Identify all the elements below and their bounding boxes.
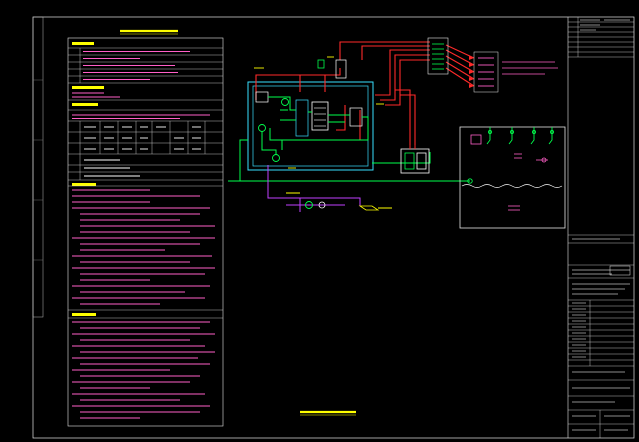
pool-tank <box>459 126 566 229</box>
control-panel-display <box>404 152 415 170</box>
circulation-pump-2-icon <box>281 98 289 106</box>
title-block-text <box>572 19 630 431</box>
inlet-valve <box>317 59 325 69</box>
cad-drawing-sheet <box>32 16 635 439</box>
tank-supply-line <box>228 139 470 182</box>
design-notes-panel <box>67 29 224 427</box>
system-schematic <box>228 37 566 416</box>
notes-text-block-1 <box>72 50 210 120</box>
component-labels <box>254 56 384 169</box>
pool-water-surface <box>461 184 563 188</box>
drain-outlet-symbol <box>358 205 380 211</box>
signal-notes <box>502 61 558 75</box>
control-panel-switch <box>416 152 427 170</box>
notes-text-block-3 <box>72 321 215 419</box>
drain-pump-icon <box>272 154 280 162</box>
expansion-tank <box>255 91 269 103</box>
designer-logo <box>609 265 631 276</box>
circulation-pump-1-icon <box>258 124 266 132</box>
binding-margin <box>32 16 44 318</box>
pool-level-sensor-box <box>470 134 482 145</box>
binding-margin-ticks <box>33 79 43 261</box>
water-tank-detail <box>314 107 326 127</box>
notes-table-values <box>84 126 201 177</box>
notes-text-block-2 <box>72 189 215 305</box>
control-cabinet-terminals <box>432 43 444 70</box>
title-block <box>567 17 634 438</box>
control-panel-feeds <box>409 145 416 149</box>
sheet-border <box>32 16 635 439</box>
drain-pipework <box>267 165 361 212</box>
pool-annotations <box>508 153 548 211</box>
signal-list-labels <box>478 57 494 87</box>
supply-pipework <box>255 41 475 145</box>
pool-nozzles <box>486 127 554 145</box>
title-block-grid <box>568 17 634 438</box>
plate-heat-exchanger <box>295 99 309 137</box>
